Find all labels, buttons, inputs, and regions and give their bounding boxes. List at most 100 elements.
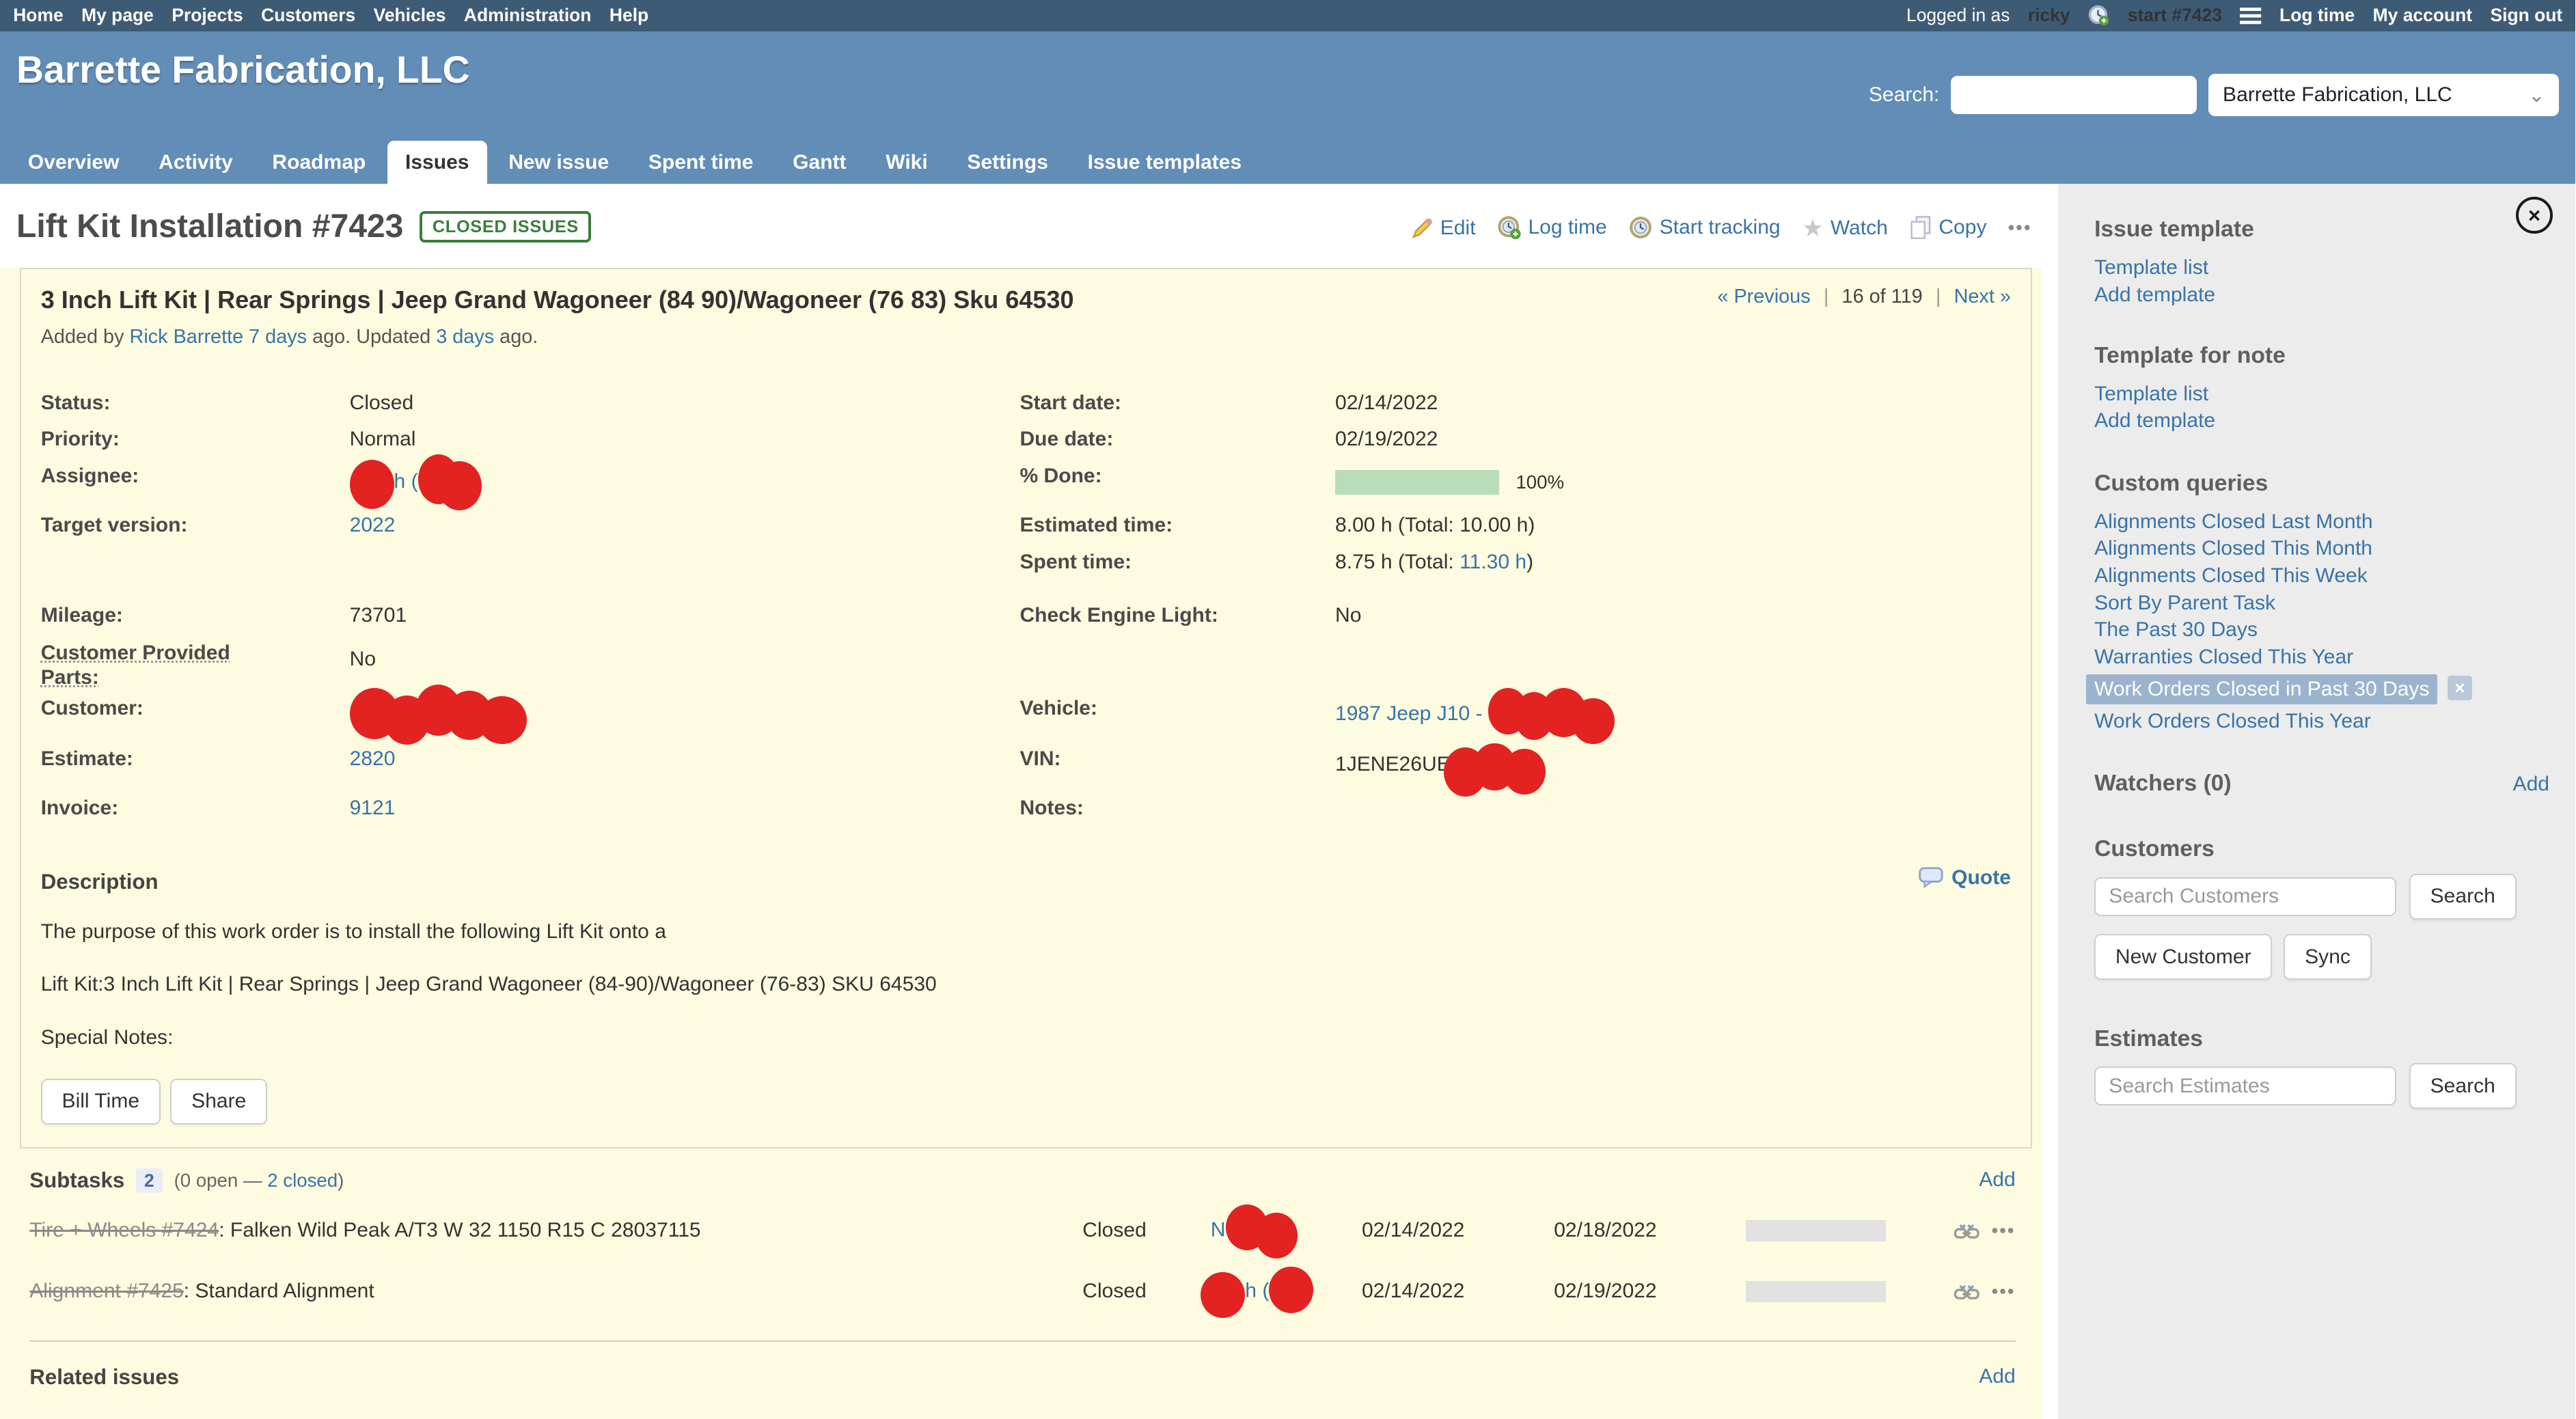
related-issues-heading: Related issues — [29, 1365, 179, 1390]
progress-label: 100% — [1516, 464, 1564, 501]
estimate-link[interactable]: 2820 — [350, 747, 396, 770]
share-button[interactable]: Share — [170, 1079, 267, 1125]
menu-projects[interactable]: Projects — [172, 5, 243, 26]
vehicle-label: Vehicle: — [1019, 690, 1335, 741]
redaction-blob — [1572, 698, 1615, 744]
edit-button[interactable]: Edit — [1411, 217, 1476, 240]
log-time-link[interactable]: Log time — [2279, 5, 2355, 25]
invoice-link[interactable]: 9121 — [350, 797, 396, 819]
quote-link[interactable]: Quote — [1919, 866, 2011, 890]
menu-customers[interactable]: Customers — [261, 5, 355, 26]
tab-spent-time[interactable]: Spent time — [630, 141, 771, 184]
customer-value-redacted — [350, 690, 1020, 741]
search-customers-button[interactable]: Search — [2409, 874, 2517, 920]
new-customer-button[interactable]: New Customer — [2094, 934, 2272, 980]
log-time-button[interactable]: Log time — [1497, 215, 1607, 240]
search-label: Search: — [1869, 83, 1940, 107]
tab-settings[interactable]: Settings — [949, 141, 1066, 184]
menu-home[interactable]: Home — [13, 5, 63, 26]
custom-query-link[interactable]: Alignments Closed This Month — [2094, 535, 2549, 562]
search-estimates-button[interactable]: Search — [2409, 1063, 2517, 1109]
bill-time-button[interactable]: Bill Time — [41, 1079, 161, 1125]
close-icon[interactable]: × — [2516, 197, 2553, 234]
sync-button[interactable]: Sync — [2284, 934, 2372, 980]
issue-template-heading: Issue template — [2094, 217, 2549, 243]
search-input[interactable] — [1951, 76, 2197, 115]
custom-query-link[interactable]: Work Orders Closed This Year — [2094, 708, 2549, 735]
add-related-issue-link[interactable]: Add — [1979, 1365, 2015, 1388]
tracker-start-link[interactable]: start #7423 — [2128, 5, 2222, 26]
custom-query-link[interactable]: Alignments Closed This Week — [2094, 562, 2549, 590]
subtask-id-link[interactable]: Alignment #7425 — [29, 1280, 184, 1302]
top-menu: Home My page Projects Customers Vehicles… — [13, 5, 648, 26]
subtask-id-link[interactable]: Tire + Wheels #7424 — [29, 1219, 219, 1241]
custom-query-link[interactable]: Alignments Closed Last Month — [2094, 508, 2549, 536]
notes-label: Notes: — [1019, 790, 1335, 827]
menu-administration[interactable]: Administration — [464, 5, 592, 26]
watchers-section: Watchers (0) Add — [2094, 771, 2549, 797]
tab-new-issue[interactable]: New issue — [491, 141, 627, 184]
header-search-area: Search: Barrette Fabrication, LLC ⌄ — [1869, 74, 2560, 116]
previous-link[interactable]: « Previous — [1717, 286, 1810, 308]
status-value: Closed — [350, 385, 1020, 422]
my-account-link[interactable]: My account — [2373, 5, 2472, 25]
related-issues-section: Related issues Add — [29, 1365, 2015, 1390]
add-template-link[interactable]: Add template — [2094, 281, 2549, 309]
project-select[interactable]: Barrette Fabrication, LLC ⌄ — [2208, 74, 2560, 116]
add-watcher-link[interactable]: Add — [2513, 773, 2549, 796]
unlink-icon[interactable] — [1954, 1220, 1979, 1241]
remove-query-icon[interactable]: × — [2448, 676, 2472, 700]
sign-out-link[interactable]: Sign out — [2491, 5, 2563, 25]
note-add-template-link[interactable]: Add template — [2094, 407, 2549, 435]
updated-ago-link[interactable]: 3 days — [436, 326, 494, 348]
subtask-assignee-link[interactable]: h ( — [1245, 1279, 1269, 1301]
start-tracking-button[interactable]: Start tracking — [1628, 215, 1781, 240]
search-customers-input[interactable] — [2094, 877, 2396, 916]
more-actions-icon[interactable]: ••• — [2008, 217, 2032, 238]
subtask-more-icon[interactable]: ••• — [1992, 1281, 2016, 1302]
unlink-icon[interactable] — [1954, 1281, 1979, 1302]
vehicle-link[interactable]: 1987 Jeep J10 - — [1335, 702, 1483, 725]
description-buttons: Bill Time Share — [41, 1079, 2011, 1125]
tab-gantt[interactable]: Gantt — [775, 141, 864, 184]
note-template-list-link[interactable]: Template list — [2094, 381, 2549, 408]
status-label: Status: — [41, 385, 350, 422]
author-link[interactable]: Rick Barrette — [130, 326, 244, 348]
subtask-progress-bar — [1746, 1220, 1885, 1241]
list-icon[interactable] — [2240, 7, 2261, 25]
tab-activity[interactable]: Activity — [141, 141, 251, 184]
menu-help[interactable]: Help — [609, 5, 648, 26]
clock-plus-icon[interactable] — [2088, 5, 2109, 26]
custom-query-link[interactable]: Warranties Closed This Year — [2094, 644, 2549, 671]
spent-time-link[interactable]: 11.30 h — [1460, 551, 1526, 573]
custom-query-link-selected[interactable]: Work Orders Closed in Past 30 Days× — [2094, 674, 2549, 704]
subtask-start-date: 02/14/2022 — [1362, 1280, 1554, 1303]
watch-button[interactable]: ★Watch — [1802, 214, 1888, 243]
closed-subtasks-link[interactable]: 2 closed — [267, 1170, 338, 1191]
copy-button[interactable]: Copy — [1909, 215, 1986, 240]
custom-query-link[interactable]: The Past 30 Days — [2094, 616, 2549, 644]
template-list-link[interactable]: Template list — [2094, 254, 2549, 281]
assignee-value-redacted: h ( — [350, 458, 1020, 507]
next-link[interactable]: Next » — [1954, 286, 2011, 308]
pencil-icon — [1411, 217, 1434, 240]
tab-roadmap[interactable]: Roadmap — [254, 141, 384, 184]
tab-wiki[interactable]: Wiki — [868, 141, 946, 184]
menu-vehicles[interactable]: Vehicles — [374, 5, 446, 26]
tab-issue-templates[interactable]: Issue templates — [1069, 141, 1259, 184]
tab-overview[interactable]: Overview — [10, 141, 137, 184]
tab-issues[interactable]: Issues — [387, 141, 487, 184]
custom-query-link[interactable]: Sort By Parent Task — [2094, 590, 2549, 617]
menu-my-page[interactable]: My page — [81, 5, 154, 26]
add-subtask-link[interactable]: Add — [1979, 1168, 2015, 1191]
subtask-title: Alignment #7425: Standard Alignment — [29, 1280, 1082, 1303]
check-engine-label: Check Engine Light: — [1019, 597, 1335, 634]
target-version-link[interactable]: 2022 — [350, 514, 396, 536]
subtask-assignee-link[interactable]: N — [1211, 1218, 1226, 1241]
search-estimates-input[interactable] — [2094, 1066, 2396, 1105]
added-ago-link[interactable]: 7 days — [249, 326, 307, 348]
subtask-more-icon[interactable]: ••• — [1992, 1220, 2016, 1241]
sidebar: × Issue template Template list Add templ… — [2058, 184, 2575, 1419]
assignee-link[interactable]: h ( — [394, 470, 418, 493]
subtask-due-date: 02/19/2022 — [1554, 1280, 1746, 1303]
